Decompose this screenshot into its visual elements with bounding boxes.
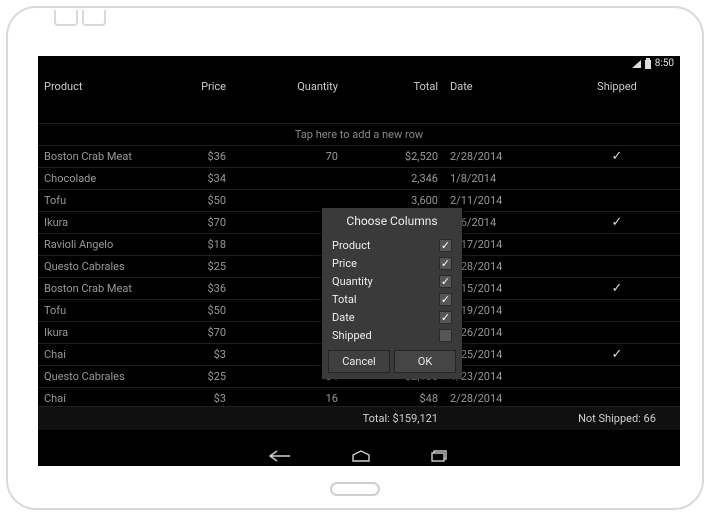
table-row[interactable]: Boston Crab Meat$3670$2,5202/28/2014 ✓ bbox=[38, 146, 680, 168]
recents-icon[interactable] bbox=[431, 450, 449, 462]
column-option-label: Total bbox=[332, 293, 357, 306]
checkbox[interactable]: ✓ bbox=[439, 239, 452, 252]
home-icon[interactable] bbox=[351, 450, 371, 462]
column-option[interactable]: Product ✓ bbox=[322, 236, 462, 254]
cell-shipped bbox=[554, 396, 680, 402]
bezel-tab bbox=[54, 10, 78, 26]
column-option-label: Quantity bbox=[332, 275, 373, 288]
cell-shipped bbox=[554, 374, 680, 380]
cell-shipped bbox=[554, 264, 680, 270]
clock: 8:50 bbox=[655, 56, 674, 72]
column-option[interactable]: Shipped bbox=[322, 326, 462, 344]
ok-button[interactable]: OK bbox=[394, 350, 456, 373]
cell-shipped bbox=[554, 198, 680, 204]
cell-product: Ikura bbox=[38, 213, 156, 232]
column-option-label: Shipped bbox=[332, 329, 372, 342]
column-option-label: Price bbox=[332, 257, 357, 270]
cell-price: $36 bbox=[156, 147, 232, 166]
check-icon: ✓ bbox=[612, 150, 623, 163]
checkbox[interactable]: ✓ bbox=[439, 293, 452, 306]
cell-price: $34 bbox=[156, 169, 232, 188]
cell-price: $25 bbox=[156, 257, 232, 276]
column-option[interactable]: Quantity ✓ bbox=[322, 272, 462, 290]
column-option[interactable]: Total ✓ bbox=[322, 290, 462, 308]
cell-product: Ikura bbox=[38, 323, 156, 342]
cell-shipped bbox=[554, 242, 680, 248]
cell-total: $2,520 bbox=[344, 147, 444, 166]
cell-price: $3 bbox=[156, 345, 232, 364]
bezel-tab bbox=[82, 10, 106, 26]
signal-icon bbox=[632, 60, 641, 68]
column-option-label: Date bbox=[332, 311, 355, 324]
cell-shipped: ✓ bbox=[554, 147, 680, 166]
checkbox[interactable]: ✓ bbox=[439, 275, 452, 288]
column-option-label: Product bbox=[332, 239, 370, 252]
new-row-hint[interactable]: Tap here to add a new row bbox=[38, 128, 680, 141]
check-icon: ✓ bbox=[612, 216, 623, 229]
cell-product: Tofu bbox=[38, 191, 156, 210]
cell-price: $25 bbox=[156, 367, 232, 386]
choose-columns-dialog: Choose Columns Product✓Price✓Quantity✓To… bbox=[322, 208, 462, 379]
android-nav-bar bbox=[38, 446, 680, 466]
cell-shipped bbox=[554, 308, 680, 314]
checkbox[interactable]: ✓ bbox=[439, 311, 452, 324]
cell-quantity bbox=[232, 198, 344, 204]
cell-price: $50 bbox=[156, 301, 232, 320]
cell-total: 2,346 bbox=[344, 169, 444, 188]
cell-shipped: ✓ bbox=[554, 213, 680, 232]
dialog-title: Choose Columns bbox=[322, 208, 462, 236]
column-option[interactable]: Date ✓ bbox=[322, 308, 462, 326]
back-icon[interactable] bbox=[269, 450, 291, 462]
device-screen: 8:50 Product Price Quantity Total Date S… bbox=[38, 56, 680, 466]
android-status-bar: 8:50 bbox=[38, 56, 680, 72]
cell-price: $70 bbox=[156, 323, 232, 342]
cell-shipped bbox=[554, 330, 680, 336]
cell-date: 2/28/2014 bbox=[444, 147, 554, 166]
cancel-button[interactable]: Cancel bbox=[328, 350, 390, 373]
cell-price: $50 bbox=[156, 191, 232, 210]
col-price[interactable]: Price bbox=[156, 74, 232, 121]
cell-product: Chai bbox=[38, 345, 156, 364]
cell-price: $70 bbox=[156, 213, 232, 232]
column-option[interactable]: Price ✓ bbox=[322, 254, 462, 272]
col-quantity[interactable]: Quantity bbox=[232, 74, 344, 121]
dialog-items: Product ✓ Price ✓ Quantity ✓ Total ✓ Date ✓ Shippe… bbox=[322, 236, 462, 344]
tablet-bezel: 8:50 Product Price Quantity Total Date S… bbox=[6, 6, 704, 510]
cell-shipped: ✓ bbox=[554, 279, 680, 298]
check-icon: ✓ bbox=[612, 282, 623, 295]
footer-total: Total: $159,121 bbox=[344, 408, 444, 429]
cell-product: Questo Cabrales bbox=[38, 257, 156, 276]
cell-date: 1/8/2014 bbox=[444, 169, 554, 188]
cell-shipped: ✓ bbox=[554, 345, 680, 364]
checkbox[interactable]: ✓ bbox=[439, 257, 452, 270]
cell-shipped bbox=[554, 176, 680, 182]
cell-product: Questo Cabrales bbox=[38, 367, 156, 386]
table-row[interactable]: Chocolade$34 2,3461/8/2014 bbox=[38, 168, 680, 190]
cell-quantity bbox=[232, 176, 344, 182]
cell-price: $18 bbox=[156, 235, 232, 254]
cell-product: Ravioli Angelo bbox=[38, 235, 156, 254]
cell-product: Chocolade bbox=[38, 169, 156, 188]
col-shipped[interactable]: Shipped bbox=[554, 74, 680, 121]
cell-product: Tofu bbox=[38, 301, 156, 320]
new-row[interactable]: Tap here to add a new row bbox=[38, 124, 680, 146]
battery-icon bbox=[645, 60, 651, 69]
device-home-button[interactable] bbox=[330, 482, 380, 496]
cell-product: Boston Crab Meat bbox=[38, 147, 156, 166]
cell-quantity: 70 bbox=[232, 147, 344, 166]
table-header[interactable]: Product Price Quantity Total Date Shippe… bbox=[38, 72, 680, 124]
table-footer: Total: $159,121 Not Shipped: 66 bbox=[38, 406, 680, 430]
col-total[interactable]: Total bbox=[344, 74, 444, 121]
cell-product: Boston Crab Meat bbox=[38, 279, 156, 298]
checkbox[interactable] bbox=[439, 329, 452, 342]
cell-price: $36 bbox=[156, 279, 232, 298]
check-icon: ✓ bbox=[612, 348, 623, 361]
footer-not-shipped: Not Shipped: 66 bbox=[554, 408, 680, 429]
col-product[interactable]: Product bbox=[38, 74, 156, 121]
col-date[interactable]: Date bbox=[444, 74, 554, 121]
